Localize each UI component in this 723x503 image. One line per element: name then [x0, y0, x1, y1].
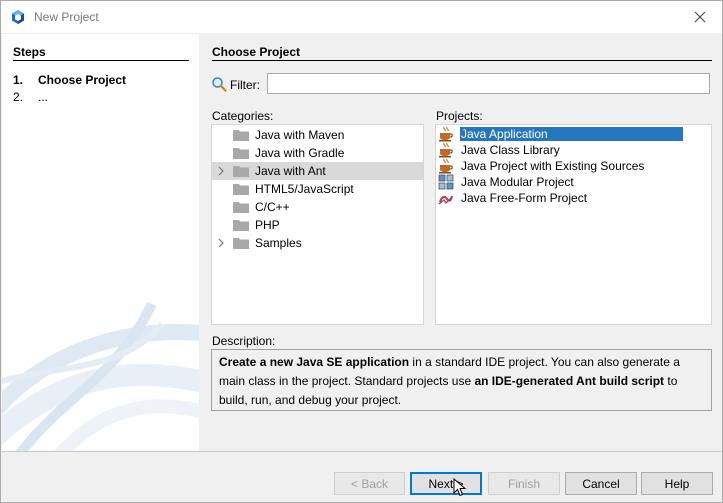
filter-label: Filter: [230, 78, 260, 92]
category-label: C/C++ [255, 200, 290, 214]
folder-icon [233, 148, 249, 159]
step-label: Choose Project [38, 73, 127, 87]
project-label: Java Class Library [461, 143, 560, 157]
folder-icon [233, 238, 249, 249]
mouse-pointer-icon [453, 478, 467, 497]
categories-tree[interactable]: Java with Maven Java with Gradle Java wi… [211, 124, 424, 325]
steps-heading: Steps [13, 45, 46, 59]
projects-label: Projects: [436, 109, 483, 123]
steps-panel: Steps 1. Choose Project 2.... [2, 34, 199, 451]
project-item-java-project-existing-sources[interactable]: Java Project with Existing Sources [436, 158, 711, 174]
categories-label: Categories: [212, 109, 274, 123]
modules-icon [438, 174, 454, 190]
next-button[interactable]: Next > [410, 472, 482, 495]
project-item-java-class-library[interactable]: Java Class Library [436, 142, 711, 158]
description-bold-2: an IDE-generated Ant build script [474, 374, 665, 388]
category-label: Java with Ant [255, 164, 326, 178]
main-divider [212, 60, 712, 61]
freeform-icon [438, 195, 453, 205]
category-item-c-cpp[interactable]: C/C++ [212, 198, 423, 216]
main-heading: Choose Project [212, 45, 301, 59]
project-label: Java Project with Existing Sources [461, 159, 645, 173]
close-button[interactable] [687, 5, 713, 29]
project-item-java-application[interactable]: Java Application [436, 126, 711, 142]
category-label: PHP [255, 218, 280, 232]
category-item-java-with-ant[interactable]: Java with Ant [212, 162, 423, 180]
close-icon [694, 11, 706, 23]
chevron-right-icon[interactable] [216, 236, 226, 250]
projects-list[interactable]: Java Application Java Class Library Java… [435, 124, 712, 325]
step-number: 1. [13, 73, 24, 87]
category-label: Java with Gradle [255, 146, 345, 160]
button-bar-divider [2, 451, 722, 452]
cancel-button[interactable]: Cancel [565, 472, 637, 495]
category-label: Java with Maven [255, 128, 345, 142]
project-label: Java Free-Form Project [461, 191, 588, 205]
step-item-2: 2.... [13, 90, 48, 104]
step-number: 2. [13, 90, 24, 104]
project-item-java-modular-project[interactable]: Java Modular Project [436, 174, 711, 190]
step-item-1: 1. Choose Project [13, 73, 126, 87]
category-item-java-with-maven[interactable]: Java with Maven [212, 126, 423, 144]
back-button[interactable]: < Back [334, 472, 405, 495]
java-cup-icon [439, 142, 453, 158]
project-label: Java Modular Project [461, 175, 574, 189]
category-item-samples[interactable]: Samples [212, 234, 423, 252]
description-label: Description: [212, 334, 276, 348]
description-bold-1: Create a new Java SE application [219, 355, 410, 369]
title-bar: New Project [1, 1, 722, 33]
folder-icon [233, 166, 249, 177]
netbeans-logo-icon [12, 10, 24, 24]
filter-input[interactable] [267, 73, 710, 94]
folder-icon [233, 202, 249, 213]
description-box: Create a new Java SE application in a st… [211, 349, 712, 411]
decorative-swoosh-graphic [2, 301, 199, 451]
chevron-right-icon[interactable] [216, 164, 226, 178]
category-label: HTML5/JavaScript [255, 182, 354, 196]
java-cup-icon [439, 126, 453, 142]
project-item-java-free-form-project[interactable]: Java Free-Form Project [436, 190, 711, 206]
category-item-html5-javascript[interactable]: HTML5/JavaScript [212, 180, 423, 198]
category-item-php[interactable]: PHP [212, 216, 423, 234]
new-project-dialog: New Project Steps 1. Choose Project 2....… [0, 0, 723, 503]
category-item-java-with-gradle[interactable]: Java with Gradle [212, 144, 423, 162]
project-label: Java Application [460, 127, 683, 141]
search-icon [212, 77, 227, 92]
category-label: Samples [255, 236, 302, 250]
folder-icon [233, 130, 249, 141]
folder-icon [233, 220, 249, 231]
folder-icon [233, 184, 249, 195]
window-title: New Project [34, 10, 99, 24]
step-label: ... [38, 90, 49, 104]
finish-button[interactable]: Finish [488, 472, 560, 495]
steps-divider [13, 60, 189, 61]
help-button[interactable]: Help [641, 472, 713, 495]
java-cup-icon [439, 158, 453, 174]
